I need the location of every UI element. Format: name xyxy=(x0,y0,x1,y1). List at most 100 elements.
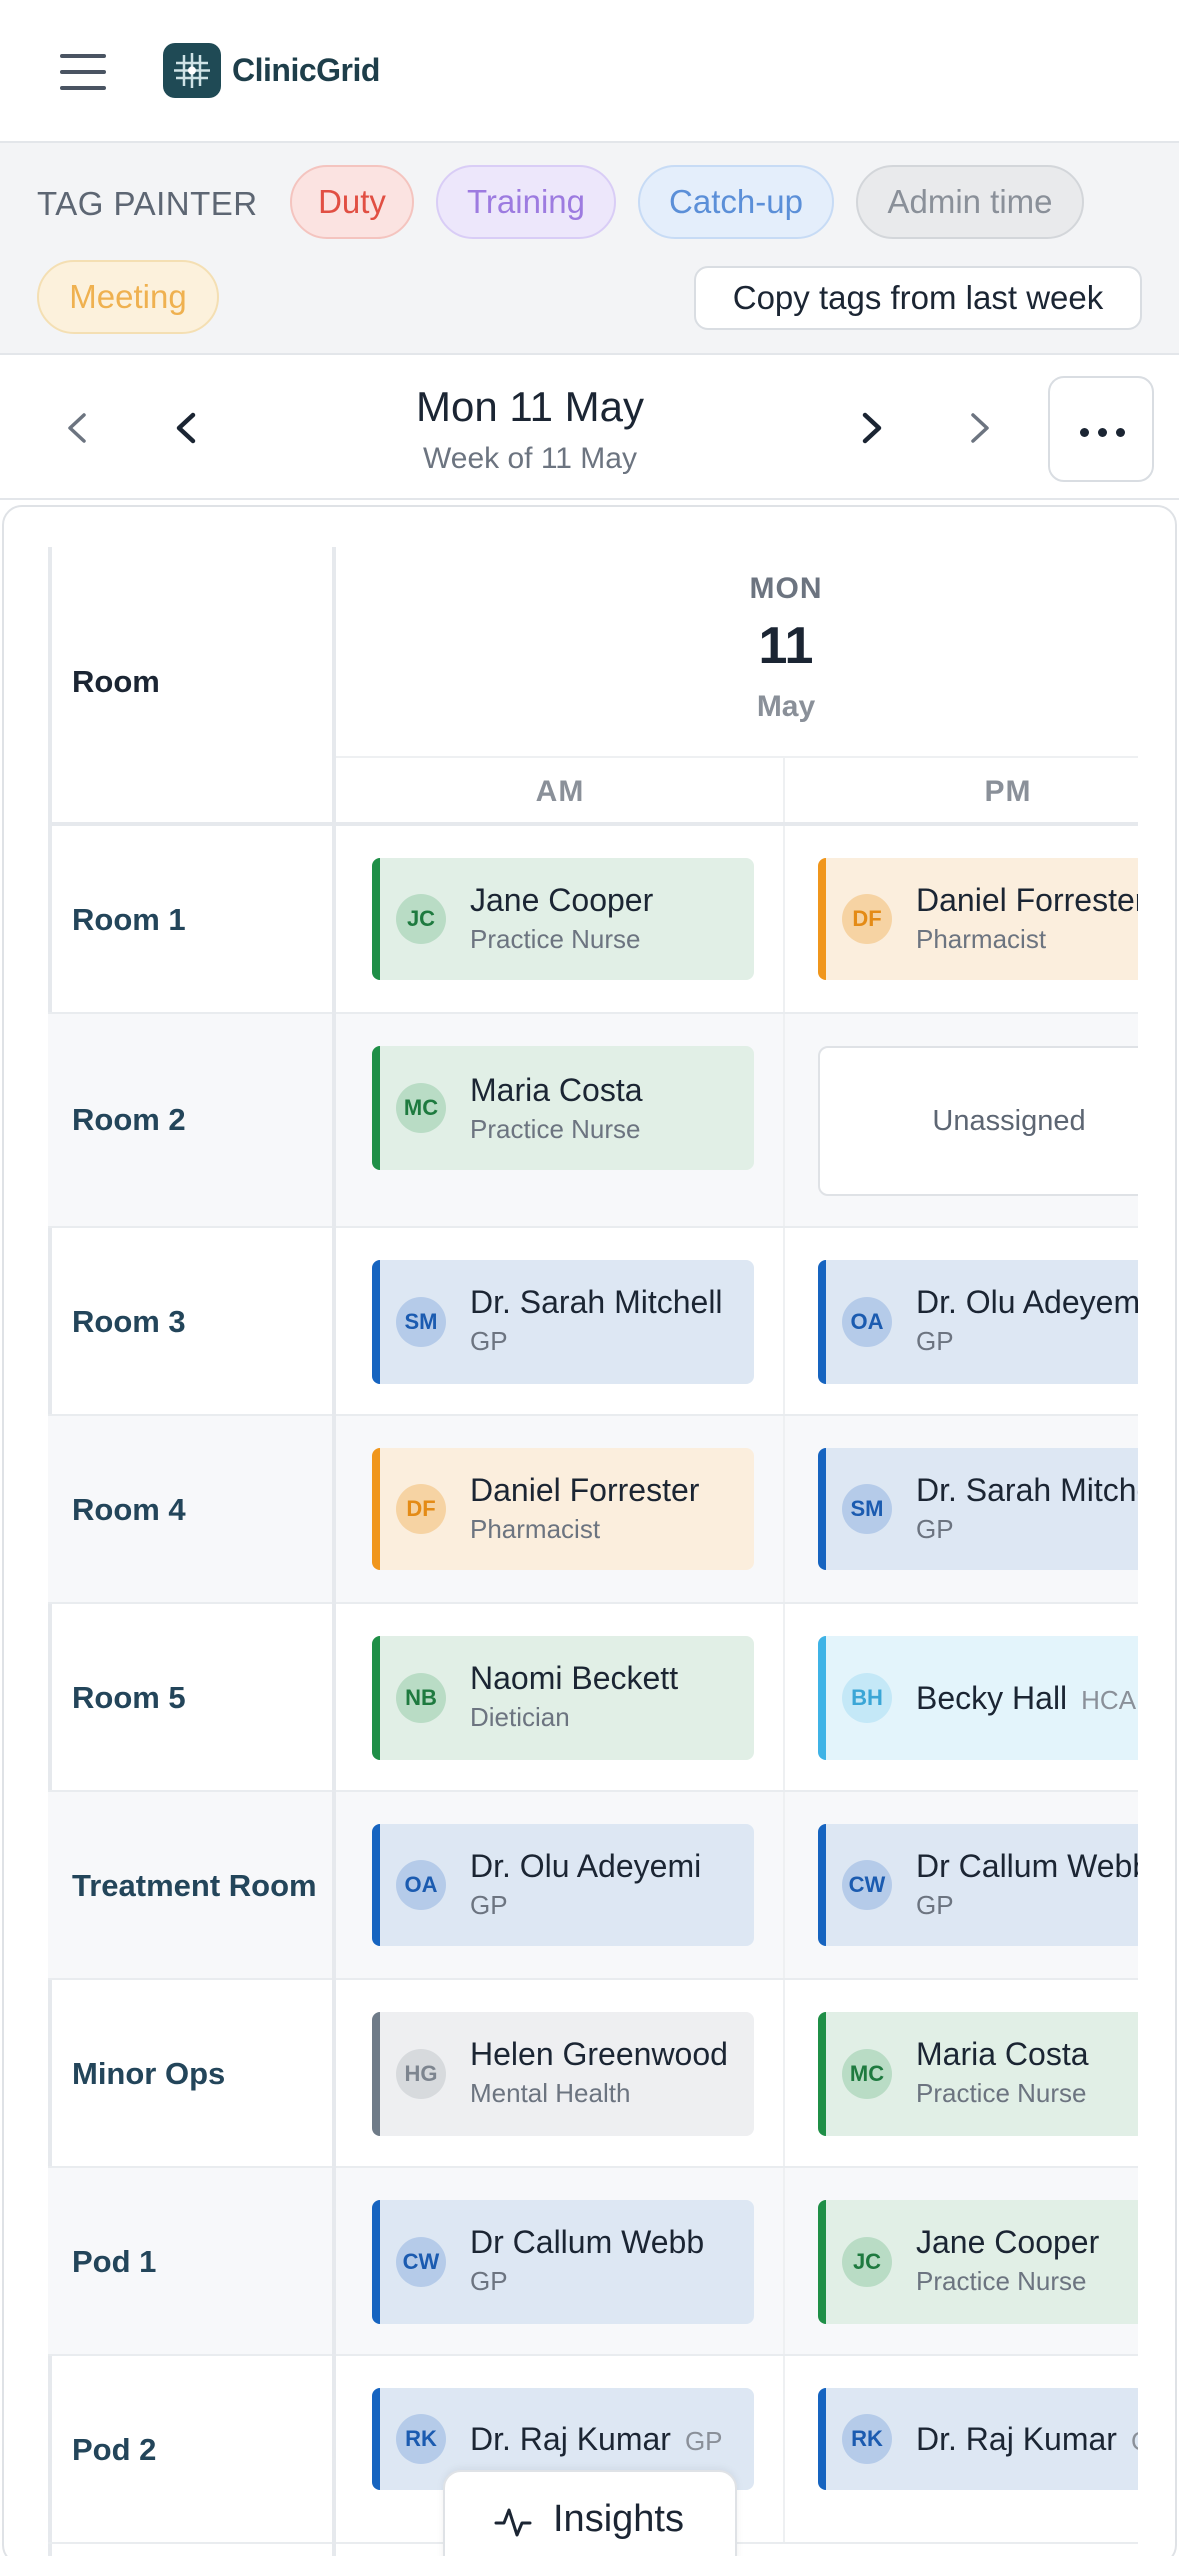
avatar: SM xyxy=(842,1484,892,1534)
staff-role: Pharmacist xyxy=(916,924,1047,954)
tag-painter-label: TAG PAINTER xyxy=(37,185,258,222)
room-row: Room 3 SM Dr. Sarah Mitchell GP OA Dr. O… xyxy=(48,1228,1138,1416)
staff-name-text: Becky Hall xyxy=(916,1680,1068,1716)
staff-role: GP xyxy=(1131,2426,1138,2456)
staff-role: GP xyxy=(470,2266,508,2296)
avatar: JC xyxy=(842,2237,892,2287)
shift-card[interactable]: RK Dr. Raj Kumar GP xyxy=(818,2388,1138,2490)
avatar: CW xyxy=(842,1860,892,1910)
staff-role: Practice Nurse xyxy=(916,2266,1087,2296)
session-divider xyxy=(783,2168,785,2354)
tag-chip-admin-time[interactable]: Admin time xyxy=(856,165,1084,239)
shift-card[interactable]: CW Dr Callum Webb GP xyxy=(372,2200,754,2324)
session-divider xyxy=(783,1416,785,1602)
shift-card[interactable]: JC Jane Cooper Practice Nurse xyxy=(818,2200,1138,2324)
avatar: NB xyxy=(396,1673,446,1723)
staff-role: Practice Nurse xyxy=(916,2078,1087,2108)
shift-color-bar xyxy=(372,1260,380,1384)
staff-name: Dr Callum Webb xyxy=(470,2224,705,2260)
shift-color-bar xyxy=(372,1046,380,1170)
room-label: Minor Ops xyxy=(72,2056,226,2091)
shift-color-bar xyxy=(372,2200,380,2324)
staff-role: GP xyxy=(916,1514,954,1544)
shift-color-bar xyxy=(372,2388,380,2490)
staff-role: GP xyxy=(684,2426,723,2456)
unassigned-slot[interactable]: Unassigned xyxy=(818,1046,1138,1196)
staff-name: Daniel Forrester xyxy=(470,1472,700,1508)
shift-color-bar xyxy=(818,2012,826,2136)
shift-card[interactable]: NB Naomi Beckett Dietician xyxy=(372,1636,754,1760)
session-divider xyxy=(783,826,785,1012)
shift-color-bar xyxy=(818,858,826,980)
copy-tags-button[interactable]: Copy tags from last week xyxy=(694,266,1142,330)
session-divider xyxy=(783,1228,785,1414)
insights-button[interactable]: Insights xyxy=(443,2470,737,2556)
session-divider xyxy=(783,1014,785,1226)
insights-label: Insights xyxy=(553,2498,684,2540)
staff-role: Practice Nurse xyxy=(470,1114,641,1144)
staff-role: Pharmacist xyxy=(470,1514,601,1544)
hamburger-icon[interactable] xyxy=(58,52,110,92)
staff-name: Jane Cooper xyxy=(470,882,654,918)
staff-role: GP xyxy=(916,1890,954,1920)
next-week-chevron-icon[interactable] xyxy=(951,393,1011,463)
date-navigation: Mon 11 May Week of 11 May xyxy=(0,357,1179,500)
avatar: RK xyxy=(396,2414,446,2464)
shift-card[interactable]: DF Daniel Forrester Pharmacist xyxy=(372,1448,754,1570)
session-divider xyxy=(783,1792,785,1978)
rota-grid-card: Room MON 11 May AM PM Room 1 JC Jane Coo… xyxy=(2,505,1177,2556)
staff-role: HCA xyxy=(1081,1685,1137,1715)
more-options-button[interactable] xyxy=(1048,376,1154,482)
shift-card[interactable]: SM Dr. Sarah Mitchell GP xyxy=(818,1448,1138,1570)
shift-card[interactable]: BH Becky Hall HCA xyxy=(818,1636,1138,1760)
prev-day-chevron-icon[interactable] xyxy=(155,393,215,463)
staff-name-text: Dr. Raj Kumar xyxy=(916,2421,1117,2457)
tag-chip-catch-up[interactable]: Catch-up xyxy=(638,165,834,239)
shift-card[interactable]: MC Maria Costa Practice Nurse xyxy=(818,2012,1138,2136)
staff-name: Maria Costa xyxy=(470,1072,643,1108)
session-divider xyxy=(783,1980,785,2166)
shift-card[interactable]: SM Dr. Sarah Mitchell GP xyxy=(372,1260,754,1384)
current-date-title: Mon 11 May xyxy=(416,383,644,430)
next-day-chevron-icon[interactable] xyxy=(843,393,903,463)
prev-week-chevron-icon[interactable] xyxy=(46,393,106,463)
staff-name: Naomi Beckett xyxy=(470,1660,679,1696)
avatar: OA xyxy=(396,1860,446,1910)
shift-card[interactable]: HG Helen Greenwood Mental Health xyxy=(372,2012,754,2136)
room-column-header: Room xyxy=(72,664,160,699)
staff-name: Dr Callum Webb xyxy=(916,1848,1138,1884)
staff-name: Maria Costa xyxy=(916,2036,1089,2072)
avatar: SM xyxy=(396,1297,446,1347)
shift-color-bar xyxy=(372,2012,380,2136)
avatar: MC xyxy=(842,2049,892,2099)
week-subtitle: Week of 11 May xyxy=(423,442,637,475)
app-name: ClinicGrid xyxy=(232,52,380,88)
shift-card[interactable]: OA Dr. Olu Adeyemi GP xyxy=(818,1260,1138,1384)
avatar: DF xyxy=(842,894,892,944)
staff-role: GP xyxy=(470,1890,508,1920)
shift-card[interactable]: MC Maria Costa Practice Nurse xyxy=(372,1046,754,1170)
tag-chip-training[interactable]: Training xyxy=(436,165,616,239)
tag-chip-meeting[interactable]: Meeting xyxy=(37,260,219,334)
shift-card[interactable]: OA Dr. Olu Adeyemi GP xyxy=(372,1824,754,1946)
staff-name: Dr. Olu Adeyemi xyxy=(470,1848,702,1884)
staff-name-text: Dr. Raj Kumar xyxy=(470,2421,671,2457)
avatar: MC xyxy=(396,1083,446,1133)
shift-card[interactable]: CW Dr Callum Webb GP xyxy=(818,1824,1138,1946)
shift-color-bar xyxy=(818,2200,826,2324)
avatar: DF xyxy=(396,1484,446,1534)
room-row: Room 2 MC Maria Costa Practice Nurse Una… xyxy=(48,1014,1138,1228)
staff-name: Dr. Raj Kumar GP xyxy=(470,2419,723,2461)
room-row: Pod 1 CW Dr Callum Webb GP JC Jane Coope… xyxy=(48,2168,1138,2356)
shift-card[interactable]: JC Jane Cooper Practice Nurse xyxy=(372,858,754,980)
tag-chip-duty[interactable]: Duty xyxy=(290,165,414,239)
room-row: Room 1 JC Jane Cooper Practice Nurse DF … xyxy=(48,826,1138,1014)
shift-color-bar xyxy=(818,2388,826,2490)
room-label: Room 3 xyxy=(72,1304,186,1339)
room-label: Pod 2 xyxy=(72,2432,157,2467)
room-row: Minor Ops HG Helen Greenwood Mental Heal… xyxy=(48,1980,1138,2168)
day-of-week: MON xyxy=(749,572,823,605)
am-header: AM xyxy=(535,775,585,808)
staff-name: Helen Greenwood xyxy=(470,2036,728,2072)
shift-card[interactable]: DF Daniel Forrester Pharmacist xyxy=(818,858,1138,980)
